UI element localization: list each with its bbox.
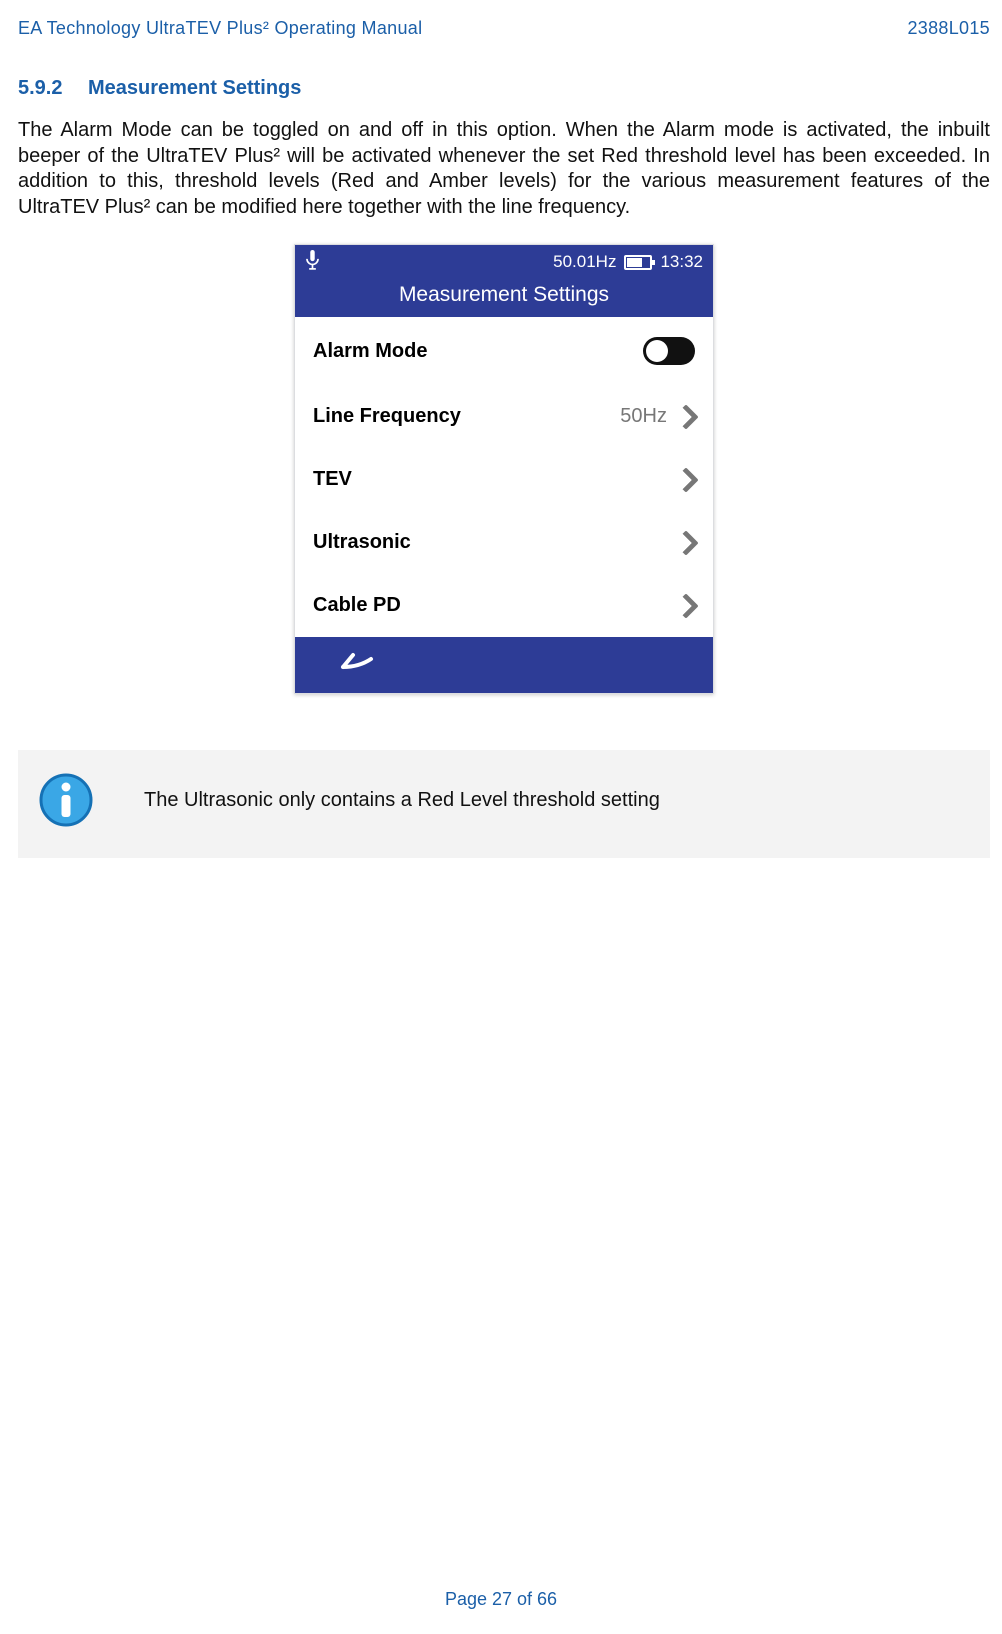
- chevron-right-icon: [673, 467, 698, 492]
- microphone-icon: [305, 250, 320, 275]
- row-label: Line Frequency: [313, 405, 461, 428]
- row-tev[interactable]: TEV: [295, 448, 713, 511]
- device-status-bar: 50.01Hz 13:32: [295, 245, 713, 279]
- device-footer: [295, 637, 713, 693]
- back-icon[interactable]: [337, 649, 377, 682]
- status-frequency: 50.01Hz: [553, 252, 616, 272]
- device-title: Measurement Settings: [295, 279, 713, 317]
- row-label: Ultrasonic: [313, 531, 411, 554]
- section-heading: 5.9.2 Measurement Settings: [18, 77, 990, 100]
- info-icon: [38, 772, 94, 828]
- chevron-right-icon: [673, 530, 698, 555]
- page-header: EA Technology UltraTEV Plus² Operating M…: [18, 18, 990, 39]
- row-label: TEV: [313, 468, 352, 491]
- section-title: Measurement Settings: [88, 77, 301, 100]
- row-label: Cable PD: [313, 594, 401, 617]
- row-value: 50Hz: [620, 405, 667, 428]
- row-label: Alarm Mode: [313, 340, 427, 363]
- chevron-right-icon: [673, 404, 698, 429]
- row-alarm-mode[interactable]: Alarm Mode: [295, 317, 713, 385]
- info-callout: The Ultrasonic only contains a Red Level…: [18, 750, 990, 858]
- page-footer: Page 27 of 66: [0, 1589, 1002, 1610]
- body-paragraph: The Alarm Mode can be toggled on and off…: [18, 118, 990, 220]
- header-left: EA Technology UltraTEV Plus² Operating M…: [18, 18, 422, 39]
- row-cable-pd[interactable]: Cable PD: [295, 574, 713, 637]
- device-list: Alarm Mode Line Frequency 50Hz TEV Ultra…: [295, 317, 713, 637]
- row-ultrasonic[interactable]: Ultrasonic: [295, 511, 713, 574]
- chevron-right-icon: [673, 593, 698, 618]
- device-screenshot: 50.01Hz 13:32 Measurement Settings Alarm…: [294, 244, 714, 694]
- status-time: 13:32: [660, 252, 703, 272]
- header-right: 2388L015: [908, 18, 991, 39]
- section-number: 5.9.2: [18, 77, 68, 100]
- info-text: The Ultrasonic only contains a Red Level…: [144, 789, 660, 812]
- alarm-mode-toggle[interactable]: [643, 337, 695, 365]
- battery-icon: [624, 255, 652, 270]
- row-line-frequency[interactable]: Line Frequency 50Hz: [295, 385, 713, 448]
